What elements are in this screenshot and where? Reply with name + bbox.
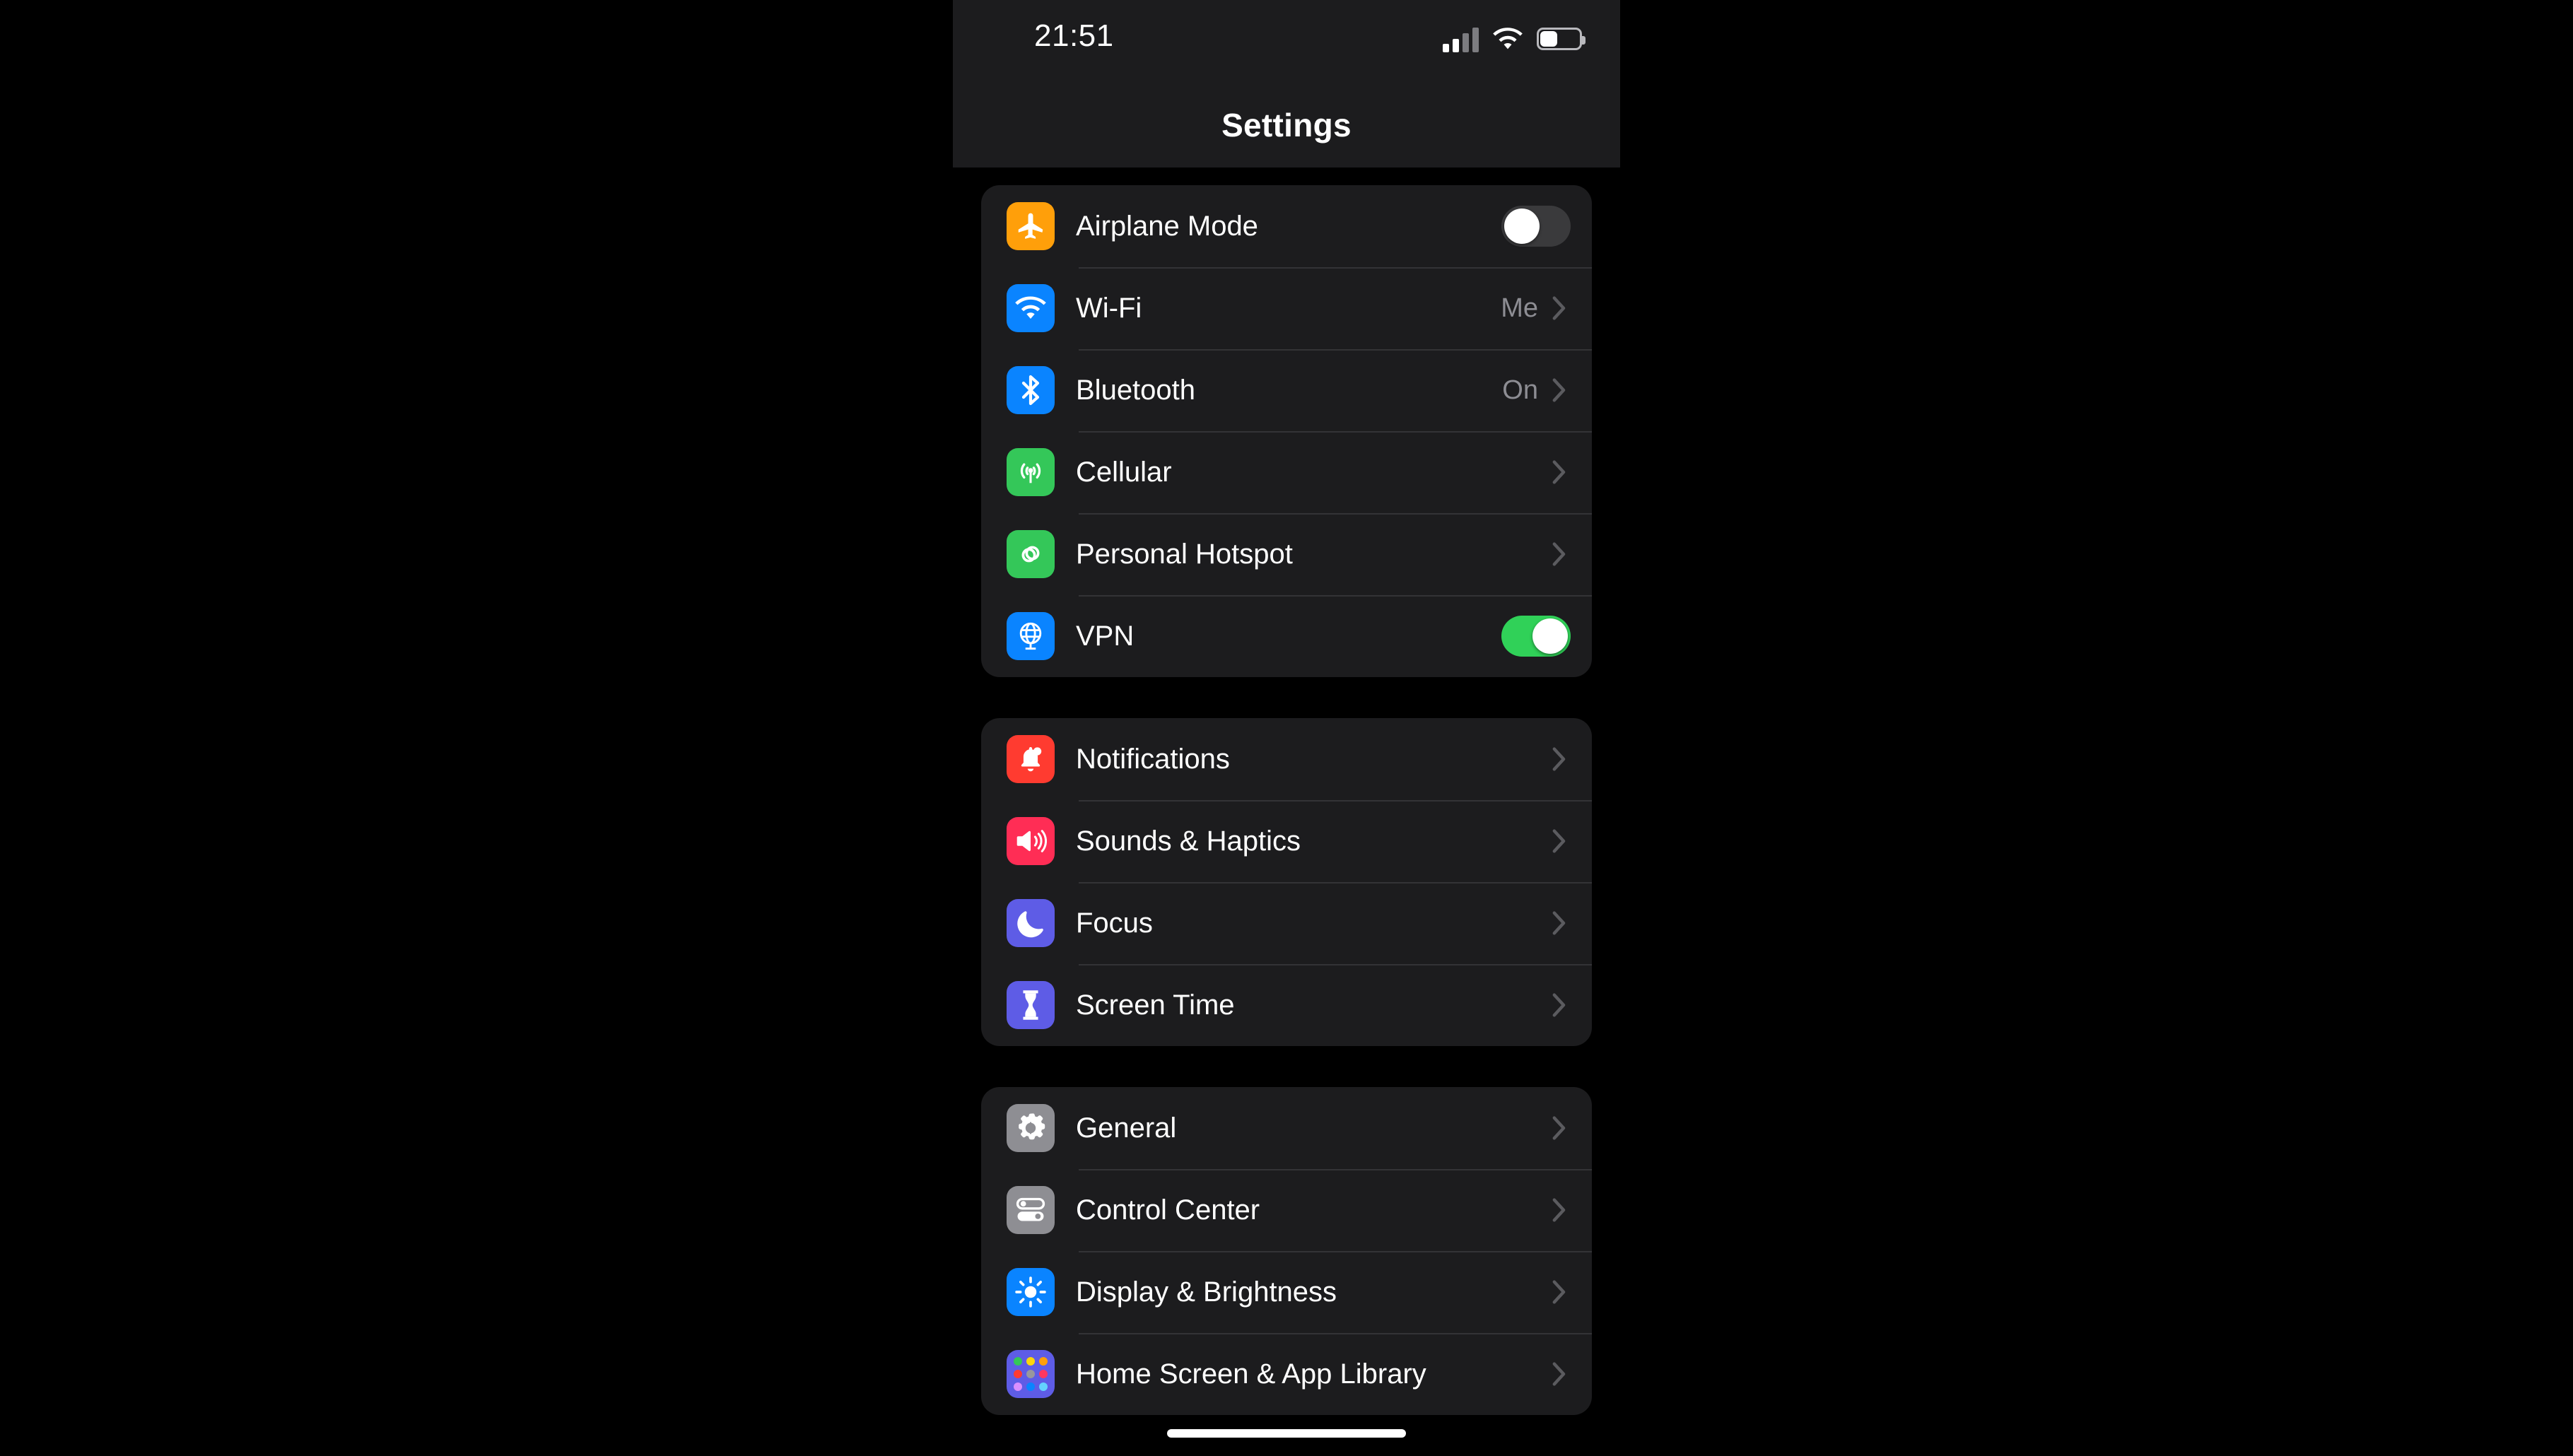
- settings-row-focus[interactable]: Focus: [981, 882, 1592, 964]
- bluetooth-label: Bluetooth: [1076, 374, 1196, 406]
- wi-fi-label: Wi-Fi: [1076, 292, 1142, 324]
- settings-row-display-brightness[interactable]: Display & Brightness: [981, 1251, 1592, 1333]
- sounds-haptics-label: Sounds & Haptics: [1076, 825, 1301, 857]
- chevron-right-icon: [1552, 911, 1566, 935]
- page-title: Settings: [1221, 107, 1352, 143]
- settings-row-wi-fi[interactable]: Wi-Fi Me: [981, 267, 1592, 349]
- nav-bar: Settings: [953, 79, 1620, 168]
- brightness-icon: [1007, 1268, 1055, 1316]
- chevron-right-icon: [1552, 296, 1566, 320]
- moon-icon: [1007, 899, 1055, 947]
- chevron-right-icon: [1552, 460, 1566, 484]
- chevron-right-icon: [1552, 1116, 1566, 1140]
- settings-row-screen-time[interactable]: Screen Time: [981, 964, 1592, 1046]
- chevron-right-icon: [1552, 747, 1566, 771]
- cellular-icon: [1007, 448, 1055, 496]
- settings-row-bluetooth[interactable]: Bluetooth On: [981, 349, 1592, 431]
- wifi-icon: [1493, 28, 1523, 49]
- notifications-label: Notifications: [1076, 743, 1230, 775]
- speaker-icon: [1007, 817, 1055, 865]
- screen-time-label: Screen Time: [1076, 989, 1235, 1021]
- settings-group-alerts: Notifications Sounds & Haptics Focus Screen…: [981, 718, 1592, 1046]
- chevron-right-icon: [1552, 829, 1566, 853]
- chevron-right-icon: [1552, 542, 1566, 566]
- general-label: General: [1076, 1112, 1177, 1144]
- settings-row-control-center[interactable]: Control Center: [981, 1169, 1592, 1251]
- airplane-icon: [1007, 202, 1055, 250]
- control-center-icon: [1007, 1186, 1055, 1234]
- settings-row-vpn[interactable]: VPN: [981, 595, 1592, 677]
- control-center-label: Control Center: [1076, 1194, 1260, 1226]
- settings-row-notifications[interactable]: Notifications: [981, 718, 1592, 800]
- airplane-mode-label: Airplane Mode: [1076, 210, 1258, 242]
- chevron-right-icon: [1552, 1280, 1566, 1304]
- status-bar-clock: 21:51: [1034, 18, 1114, 53]
- wi-fi-value: Me: [1501, 293, 1538, 323]
- status-bar: 21:51: [953, 0, 1620, 79]
- vpn-label: VPN: [1076, 620, 1135, 652]
- cellular-signal-icon: [1443, 25, 1479, 52]
- home-screen-app-library-label: Home Screen & App Library: [1076, 1358, 1426, 1390]
- status-bar-indicators: [1443, 25, 1586, 52]
- battery-icon: [1537, 28, 1586, 50]
- gear-icon: [1007, 1104, 1055, 1152]
- wifi-icon: [1007, 284, 1055, 332]
- settings-row-airplane-mode[interactable]: Airplane Mode: [981, 185, 1592, 267]
- focus-label: Focus: [1076, 907, 1153, 939]
- settings-row-cellular[interactable]: Cellular: [981, 431, 1592, 513]
- hotspot-link-icon: [1007, 530, 1055, 578]
- settings-list: Airplane Mode Wi-Fi Me Bluetooth On Cellular P…: [953, 168, 1620, 1456]
- vpn-toggle[interactable]: [1501, 616, 1571, 657]
- chevron-right-icon: [1552, 1198, 1566, 1222]
- cellular-label: Cellular: [1076, 456, 1172, 488]
- hourglass-icon: [1007, 981, 1055, 1029]
- vpn-globe-icon: [1007, 612, 1055, 660]
- chevron-right-icon: [1552, 378, 1566, 402]
- chevron-right-icon: [1552, 993, 1566, 1017]
- bluetooth-icon: [1007, 366, 1055, 414]
- bluetooth-value: On: [1502, 375, 1538, 405]
- settings-row-general[interactable]: General: [981, 1087, 1592, 1169]
- display-brightness-label: Display & Brightness: [1076, 1276, 1337, 1308]
- chevron-right-icon: [1552, 1362, 1566, 1386]
- settings-group-connectivity: Airplane Mode Wi-Fi Me Bluetooth On Cellular P…: [981, 185, 1592, 677]
- settings-row-sounds-haptics[interactable]: Sounds & Haptics: [981, 800, 1592, 882]
- personal-hotspot-label: Personal Hotspot: [1076, 538, 1293, 570]
- bell-icon: [1007, 735, 1055, 783]
- settings-row-personal-hotspot[interactable]: Personal Hotspot: [981, 513, 1592, 595]
- app-grid-icon: [1007, 1350, 1055, 1398]
- settings-group-system: General Control Center Display & Brightnes…: [981, 1087, 1592, 1415]
- airplane-mode-toggle[interactable]: [1501, 206, 1571, 247]
- settings-row-home-screen-app-library[interactable]: Home Screen & App Library: [981, 1333, 1592, 1415]
- home-indicator[interactable]: [1167, 1429, 1406, 1438]
- phone-screen: 21:51 Settings Airplane Mode Wi-Fi Me Bluet…: [953, 0, 1620, 1448]
